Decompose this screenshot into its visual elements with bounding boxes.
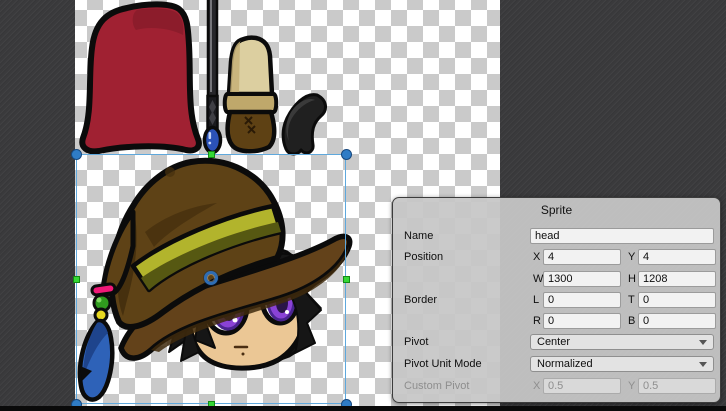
custom-pivot-label: Custom Pivot <box>404 378 469 394</box>
sprite-editor-window: Sprite Name Position X Y W H Border L T … <box>0 0 726 411</box>
border-l-label: L <box>533 292 539 308</box>
selection-handle-top-left[interactable] <box>71 149 82 160</box>
border-label: Border <box>404 292 437 308</box>
window-bottom-edge <box>0 406 726 411</box>
border-b-field[interactable] <box>638 313 716 329</box>
sprite-boot[interactable] <box>225 38 277 152</box>
border-b-label: B <box>628 313 635 329</box>
custom-pivot-y-field <box>638 378 716 394</box>
sprite-dark-tuft[interactable] <box>283 95 325 154</box>
chevron-down-icon <box>699 362 707 367</box>
selection-handle-left-mid[interactable] <box>73 276 80 283</box>
border-r-label: R <box>533 313 541 329</box>
position-h-field[interactable] <box>638 271 716 287</box>
chevron-down-icon <box>699 340 707 345</box>
custom-pivot-x-field <box>543 378 621 394</box>
position-w-label: W <box>533 271 543 287</box>
pivot-unit-mode-label: Pivot Unit Mode <box>404 356 482 372</box>
selection-handle-top-mid[interactable] <box>208 151 215 158</box>
sprite-inspector-panel: Sprite Name Position X Y W H Border L T … <box>392 197 721 403</box>
position-y-field[interactable] <box>638 249 716 265</box>
position-label: Position <box>404 249 443 265</box>
selection-handle-top-right[interactable] <box>341 149 352 160</box>
custom-pivot-x-label: X <box>533 378 540 394</box>
border-t-label: T <box>628 292 635 308</box>
sprite-red-cape[interactable] <box>82 4 199 151</box>
border-l-field[interactable] <box>543 292 621 308</box>
selection-handle-right-mid[interactable] <box>343 276 350 283</box>
name-label: Name <box>404 228 433 244</box>
position-y-label: Y <box>628 249 635 265</box>
pivot-dropdown-value: Center <box>537 336 570 348</box>
panel-title: Sprite <box>393 203 720 217</box>
name-field[interactable] <box>530 228 714 244</box>
sprite-staff[interactable] <box>205 0 221 153</box>
custom-pivot-y-label: Y <box>628 378 635 394</box>
pivot-unit-mode-dropdown[interactable]: Normalized <box>530 356 714 372</box>
position-h-label: H <box>628 271 636 287</box>
pivot-unit-mode-dropdown-value: Normalized <box>537 358 593 370</box>
position-x-field[interactable] <box>543 249 621 265</box>
position-w-field[interactable] <box>543 271 621 287</box>
pivot-dropdown[interactable]: Center <box>530 334 714 350</box>
pivot-handle[interactable] <box>204 271 218 285</box>
pivot-label: Pivot <box>404 334 428 350</box>
border-t-field[interactable] <box>638 292 716 308</box>
position-x-label: X <box>533 249 540 265</box>
border-r-field[interactable] <box>543 313 621 329</box>
